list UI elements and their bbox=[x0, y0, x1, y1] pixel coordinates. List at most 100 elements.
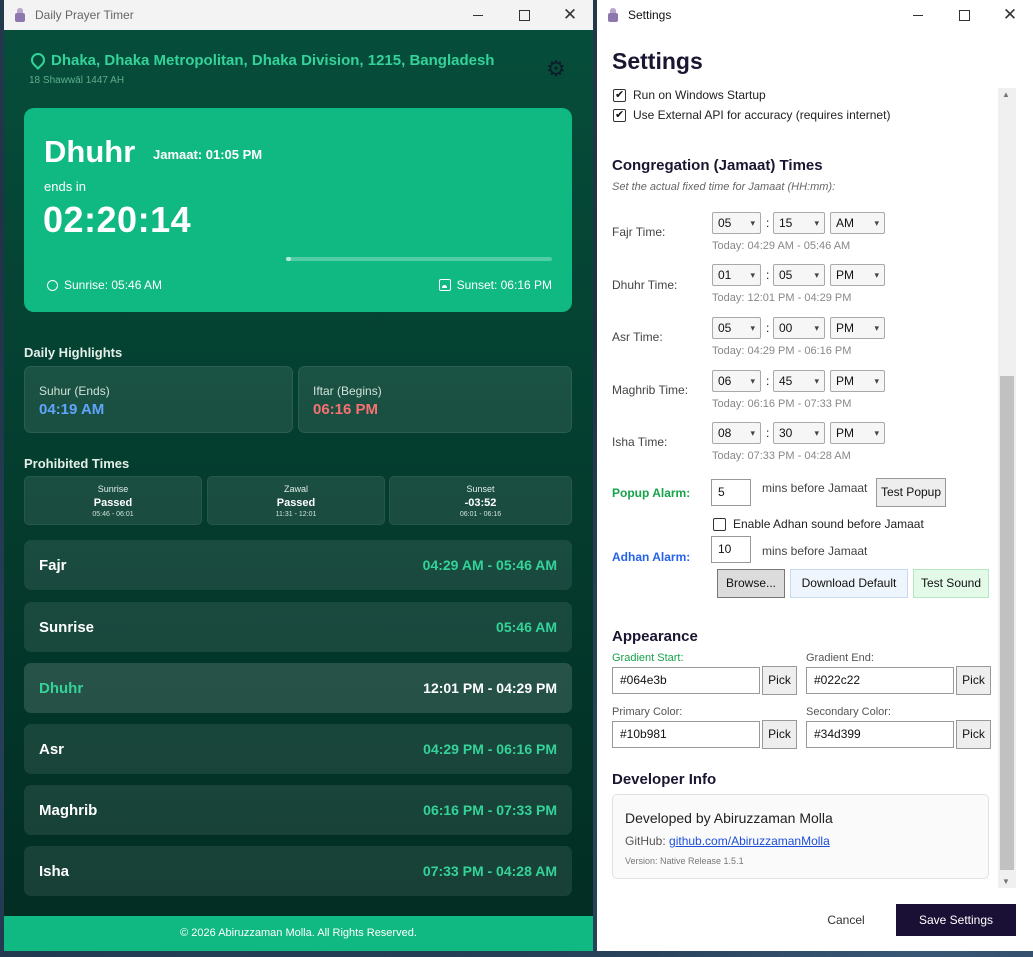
dhuhr-hour-select[interactable]: 01 ▾ bbox=[712, 264, 761, 286]
api-checkbox-row[interactable]: Use External API for accuracy (requires … bbox=[613, 108, 890, 122]
startup-checkbox-row[interactable]: Run on Windows Startup bbox=[613, 88, 766, 102]
jamaat-heading: Congregation (Jamaat) Times bbox=[612, 157, 823, 174]
time-separator: : bbox=[766, 216, 770, 230]
startup-checkbox[interactable] bbox=[613, 88, 626, 102]
isha-hour-value: 08 bbox=[718, 426, 732, 440]
maghrib-minute-select[interactable]: 45 ▾ bbox=[773, 370, 825, 392]
gradient-start-label: Gradient Start: bbox=[612, 652, 684, 664]
popup-alarm-input[interactable]: 5 bbox=[711, 479, 751, 506]
prayer-name: Asr bbox=[39, 741, 65, 758]
iftar-time: 06:16 PM bbox=[313, 401, 379, 418]
time-separator: : bbox=[766, 321, 770, 335]
close-button[interactable]: ✕ bbox=[547, 0, 593, 30]
cancel-button[interactable]: Cancel bbox=[809, 904, 883, 936]
primary-color-pick-button[interactable]: Pick bbox=[762, 720, 797, 749]
chevron-down-icon: ▾ bbox=[814, 270, 819, 280]
isha-time-label: Isha Time: bbox=[612, 435, 668, 449]
api-checkbox[interactable] bbox=[613, 108, 626, 122]
settings-scrollbar[interactable]: ▲ ▼ bbox=[998, 88, 1016, 888]
current-prayer-card: Dhuhr Jamaat: 01:05 PM ends in 02:20:14 … bbox=[24, 108, 572, 312]
sunset-icon bbox=[438, 279, 451, 291]
isha-range: Today: 07:33 PM - 04:28 AM bbox=[712, 450, 851, 462]
prayer-time: 12:01 PM - 04:29 PM bbox=[423, 680, 557, 696]
gradient-end-label: Gradient End: bbox=[806, 652, 874, 664]
scrollbar-thumb[interactable] bbox=[1000, 376, 1014, 870]
maghrib-hour-select[interactable]: 06 ▾ bbox=[712, 370, 761, 392]
adhan-alarm-label: Adhan Alarm: bbox=[612, 550, 691, 564]
asr-ampm-select[interactable]: PM ▾ bbox=[830, 317, 885, 339]
fajr-minute-select[interactable]: 15 ▾ bbox=[773, 212, 825, 234]
github-link[interactable]: github.com/AbiruzzamanMolla bbox=[669, 834, 830, 848]
prayer-name: Sunrise bbox=[39, 619, 95, 636]
developer-info-box: Developed by Abiruzzaman Molla GitHub: g… bbox=[612, 794, 989, 879]
save-settings-button[interactable]: Save Settings bbox=[896, 904, 1016, 936]
download-default-button[interactable]: Download Default bbox=[790, 569, 908, 598]
adhan-checkbox-row[interactable]: Enable Adhan sound before Jamaat bbox=[713, 517, 924, 531]
settings-scroll-area[interactable]: Run on Windows Startup Use External API … bbox=[597, 88, 1033, 888]
settings-titlebar[interactable]: Settings ✕ bbox=[597, 0, 1033, 30]
browse-button[interactable]: Browse... bbox=[717, 569, 785, 598]
prayer-time: 04:29 PM - 06:16 PM bbox=[423, 741, 557, 757]
time-separator: : bbox=[766, 426, 770, 440]
isha-minute-select[interactable]: 30 ▾ bbox=[773, 422, 825, 444]
minimize-button[interactable] bbox=[895, 0, 941, 30]
isha-hour-select[interactable]: 08 ▾ bbox=[712, 422, 761, 444]
scroll-up-arrow-icon[interactable]: ▲ bbox=[1002, 90, 1010, 99]
prayer-row-maghrib: Maghrib 06:16 PM - 07:33 PM bbox=[24, 785, 572, 835]
maghrib-ampm-select[interactable]: PM ▾ bbox=[830, 370, 885, 392]
maximize-button[interactable] bbox=[501, 0, 547, 30]
secondary-color-label: Secondary Color: bbox=[806, 706, 891, 718]
gradient-end-pick-button[interactable]: Pick bbox=[956, 666, 991, 695]
isha-ampm-select[interactable]: PM ▾ bbox=[830, 422, 885, 444]
settings-heading: Settings bbox=[612, 48, 703, 74]
prayer-row-sunrise: Sunrise 05:46 AM bbox=[24, 602, 572, 652]
maghrib-time-label: Maghrib Time: bbox=[612, 383, 689, 397]
prayer-name: Maghrib bbox=[39, 802, 98, 819]
adhan-checkbox[interactable] bbox=[713, 517, 726, 531]
asr-minute-select[interactable]: 00 ▾ bbox=[773, 317, 825, 339]
titlebar[interactable]: Daily Prayer Timer ✕ bbox=[4, 0, 593, 30]
sunset-info: Sunset: 06:16 PM bbox=[438, 278, 552, 292]
fajr-ampm-select[interactable]: AM ▾ bbox=[830, 212, 885, 234]
prohibited-card-zawal: Zawal Passed 11:31 - 12:01 bbox=[207, 476, 385, 525]
chevron-down-icon: ▾ bbox=[814, 376, 819, 386]
sunrise-icon bbox=[47, 279, 58, 291]
gradient-end-input[interactable]: #022c22 bbox=[806, 667, 954, 694]
gear-icon[interactable]: ⚙ bbox=[545, 58, 567, 80]
gradient-start-input[interactable]: #064e3b bbox=[612, 667, 760, 694]
jamaat-time: Jamaat: 01:05 PM bbox=[153, 147, 263, 162]
fajr-minute-value: 15 bbox=[779, 216, 793, 230]
minimize-button[interactable] bbox=[455, 0, 501, 30]
prohibited-range: 11:31 - 12:01 bbox=[275, 511, 317, 518]
close-button[interactable]: ✕ bbox=[987, 0, 1033, 30]
fajr-hour-select[interactable]: 05 ▾ bbox=[712, 212, 761, 234]
adhan-alarm-input[interactable]: 10 bbox=[711, 536, 751, 563]
maximize-button[interactable] bbox=[941, 0, 987, 30]
test-sound-button[interactable]: Test Sound bbox=[913, 569, 989, 598]
chevron-down-icon: ▾ bbox=[874, 218, 879, 228]
suhur-time: 04:19 AM bbox=[39, 401, 105, 418]
hijri-date: 18 Shawwāl 1447 AH bbox=[29, 75, 125, 86]
dhuhr-ampm-select[interactable]: PM ▾ bbox=[830, 264, 885, 286]
asr-hour-select[interactable]: 05 ▾ bbox=[712, 317, 761, 339]
gradient-start-pick-button[interactable]: Pick bbox=[762, 666, 797, 695]
maghrib-minute-value: 45 bbox=[779, 374, 793, 388]
dhuhr-minute-select[interactable]: 05 ▾ bbox=[773, 264, 825, 286]
chevron-down-icon: ▾ bbox=[814, 428, 819, 438]
secondary-color-input[interactable]: #34d399 bbox=[806, 721, 954, 748]
sunrise-text: Sunrise: 05:46 AM bbox=[64, 278, 163, 292]
prohibited-range: 05:46 - 06:01 bbox=[92, 511, 134, 518]
startup-checkbox-label: Run on Windows Startup bbox=[633, 88, 766, 102]
iftar-card: Iftar (Begins) 06:16 PM bbox=[298, 366, 572, 433]
prayer-name: Fajr bbox=[39, 557, 67, 574]
scroll-down-arrow-icon[interactable]: ▼ bbox=[1002, 877, 1010, 886]
test-popup-button[interactable]: Test Popup bbox=[876, 478, 946, 507]
prayer-row-asr: Asr 04:29 PM - 06:16 PM bbox=[24, 724, 572, 774]
fajr-hour-value: 05 bbox=[718, 216, 732, 230]
chevron-down-icon: ▾ bbox=[874, 428, 879, 438]
maghrib-hour-value: 06 bbox=[718, 374, 732, 388]
primary-color-input[interactable]: #10b981 bbox=[612, 721, 760, 748]
appearance-heading: Appearance bbox=[612, 628, 698, 645]
secondary-color-pick-button[interactable]: Pick bbox=[956, 720, 991, 749]
current-prayer-name: Dhuhr bbox=[44, 134, 136, 169]
